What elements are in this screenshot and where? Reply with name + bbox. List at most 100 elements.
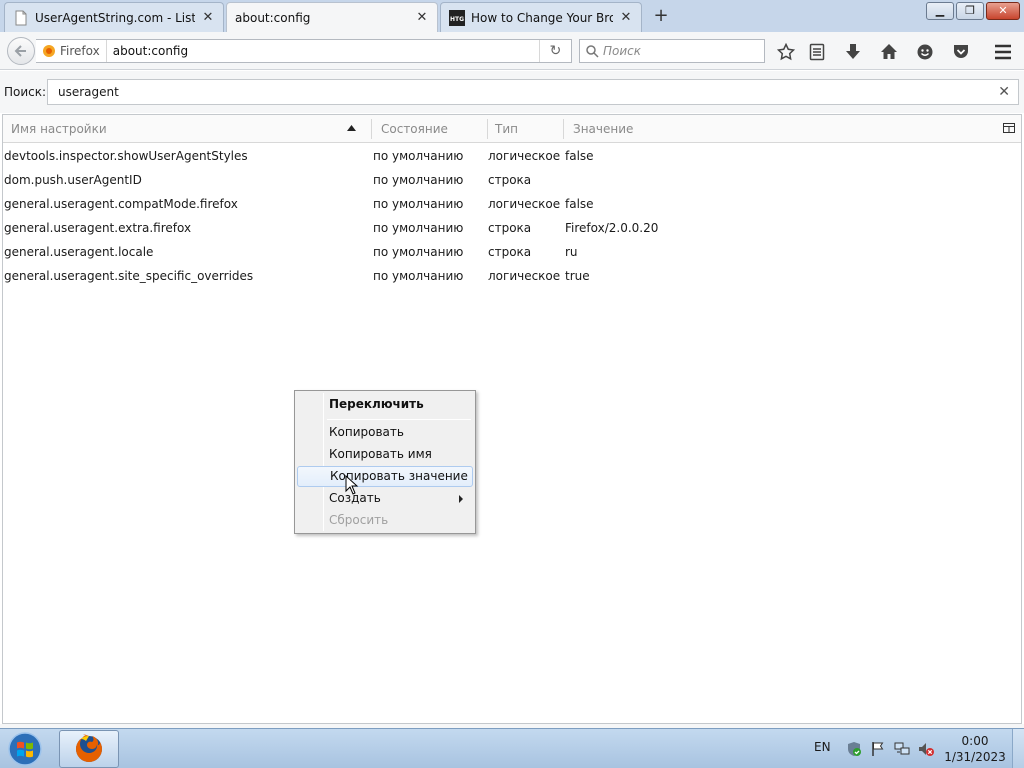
pref-value: Firefox/2.0.0.20 xyxy=(565,221,659,235)
config-filter-bar: Поиск: useragent ✕ xyxy=(0,71,1024,113)
clock[interactable]: 0:00 1/31/2023 xyxy=(944,733,1006,765)
menu-item-new[interactable]: Создать xyxy=(297,488,473,509)
tab-close-icon[interactable]: ✕ xyxy=(415,10,429,25)
config-search-input[interactable]: useragent ✕ xyxy=(47,79,1019,105)
action-center-flag-icon[interactable] xyxy=(870,741,886,757)
volume-muted-icon[interactable] xyxy=(918,741,934,757)
reading-list-button[interactable] xyxy=(807,42,827,62)
table-row[interactable]: general.useragent.extra.firefox по умолч… xyxy=(3,216,1019,240)
close-window-button[interactable]: ✕ xyxy=(986,2,1020,20)
hello-button[interactable] xyxy=(915,42,935,62)
tab-label: How to Change Your Brow... xyxy=(471,10,613,25)
taskbar-firefox-button[interactable] xyxy=(59,730,119,768)
back-button[interactable] xyxy=(7,37,35,65)
menu-item-toggle[interactable]: Переключить xyxy=(297,394,473,415)
pref-value: false xyxy=(565,197,594,211)
tab-how-to-change-browser[interactable]: HTG How to Change Your Brow... ✕ xyxy=(440,2,642,32)
pref-type: строка xyxy=(488,245,532,259)
column-separator[interactable] xyxy=(563,119,564,139)
firefox-icon xyxy=(76,734,102,762)
download-button[interactable] xyxy=(843,42,863,62)
table-row[interactable]: devtools.inspector.showUserAgentStyles п… xyxy=(3,144,1019,168)
show-desktop-button[interactable] xyxy=(1012,729,1024,768)
pocket-button[interactable] xyxy=(951,42,971,62)
htg-logo-text: HTG xyxy=(450,16,464,23)
identity-label: Firefox xyxy=(60,44,100,58)
table-row[interactable]: dom.push.userAgentID по умолчанию строка xyxy=(3,168,1019,192)
pref-value: ru xyxy=(565,245,578,259)
column-picker-icon[interactable] xyxy=(1003,122,1015,134)
clock-date: 1/31/2023 xyxy=(944,750,1006,764)
tab-useragentstring[interactable]: UserAgentString.com - List of F... ✕ xyxy=(4,2,224,32)
sort-ascending-icon xyxy=(347,125,356,131)
pref-name: general.useragent.site_specific_override… xyxy=(4,269,254,283)
pref-value: false xyxy=(565,149,594,163)
reload-icon: ↻ xyxy=(549,43,562,59)
back-arrow-icon xyxy=(14,45,26,57)
column-separator[interactable] xyxy=(371,119,372,139)
preferences-tree[interactable]: Имя настройки Состояние Тип Значение dev… xyxy=(2,114,1022,724)
hello-icon xyxy=(917,44,933,60)
bookmark-star-button[interactable] xyxy=(776,42,796,62)
network-icon[interactable] xyxy=(894,741,910,757)
firefox-icon xyxy=(43,45,55,57)
pref-type: логическое xyxy=(488,197,561,211)
tab-close-icon[interactable]: ✕ xyxy=(201,10,215,25)
search-placeholder: Поиск xyxy=(603,44,642,58)
menu-item-copy-name[interactable]: Копировать имя xyxy=(297,444,473,465)
column-header-type[interactable]: Тип xyxy=(495,115,565,143)
open-menu-button[interactable] xyxy=(993,42,1013,62)
menu-item-copy[interactable]: Копировать xyxy=(297,422,473,443)
menu-separator xyxy=(327,419,471,420)
pref-state: по умолчанию xyxy=(373,173,464,187)
start-button[interactable] xyxy=(5,730,45,768)
submenu-arrow-icon xyxy=(459,495,463,503)
tab-label: UserAgentString.com - List of F... xyxy=(35,10,195,25)
table-row[interactable]: general.useragent.compatMode.firefox по … xyxy=(3,192,1019,216)
pref-name: devtools.inspector.showUserAgentStyles xyxy=(4,149,248,163)
table-row[interactable]: general.useragent.site_specific_override… xyxy=(3,264,1019,288)
column-header-state[interactable]: Состояние xyxy=(381,115,487,143)
identity-box[interactable]: Firefox xyxy=(36,40,107,62)
restore-button[interactable]: ❐ xyxy=(956,2,984,20)
pref-state: по умолчанию xyxy=(373,269,464,283)
pref-type: логическое xyxy=(488,149,561,163)
minimize-button[interactable]: ▁ xyxy=(926,2,954,20)
restore-icon: ❐ xyxy=(965,4,975,17)
clear-search-icon[interactable]: ✕ xyxy=(998,80,1010,104)
pocket-icon xyxy=(954,45,968,58)
column-separator[interactable] xyxy=(487,119,488,139)
taskbar: EN 0:00 1/31/2023 xyxy=(0,728,1024,768)
pref-type: логическое xyxy=(488,269,561,283)
search-bar[interactable]: Поиск xyxy=(579,39,765,63)
home-button[interactable] xyxy=(879,42,899,62)
pref-name: general.useragent.locale xyxy=(4,245,154,259)
htg-site-icon: HTG xyxy=(449,9,465,26)
magnifier-icon xyxy=(586,44,599,58)
minimize-icon: ▁ xyxy=(935,4,945,17)
menu-item-copy-value[interactable]: Копировать значение xyxy=(297,466,473,487)
url-bar[interactable]: Firefox about:config ↻ xyxy=(36,39,572,63)
column-header-value[interactable]: Значение xyxy=(573,115,973,143)
context-menu: Переключить Копировать Копировать имя Ко… xyxy=(294,390,476,534)
reload-button[interactable]: ↻ xyxy=(539,40,571,62)
hamburger-menu-icon xyxy=(995,44,1011,60)
url-text[interactable]: about:config xyxy=(107,44,539,58)
blank-page-icon xyxy=(15,10,27,25)
pref-name: general.useragent.extra.firefox xyxy=(4,221,192,235)
windows-start-icon xyxy=(8,732,42,766)
home-icon xyxy=(881,44,897,59)
download-icon xyxy=(846,44,860,59)
tab-about-config[interactable]: about:config ✕ xyxy=(226,2,438,32)
clock-time: 0:00 xyxy=(961,734,989,748)
pref-name: dom.push.userAgentID xyxy=(4,173,142,187)
table-row[interactable]: general.useragent.locale по умолчанию ст… xyxy=(3,240,1019,264)
column-header-name[interactable]: Имя настройки xyxy=(11,115,371,143)
tab-close-icon[interactable]: ✕ xyxy=(619,10,633,25)
pref-value: true xyxy=(565,269,590,283)
pref-state: по умолчанию xyxy=(373,197,464,211)
security-shield-icon[interactable] xyxy=(846,741,862,757)
tab-label: about:config xyxy=(235,10,311,25)
language-indicator[interactable]: EN xyxy=(814,740,831,754)
new-tab-button[interactable]: + xyxy=(648,5,674,27)
